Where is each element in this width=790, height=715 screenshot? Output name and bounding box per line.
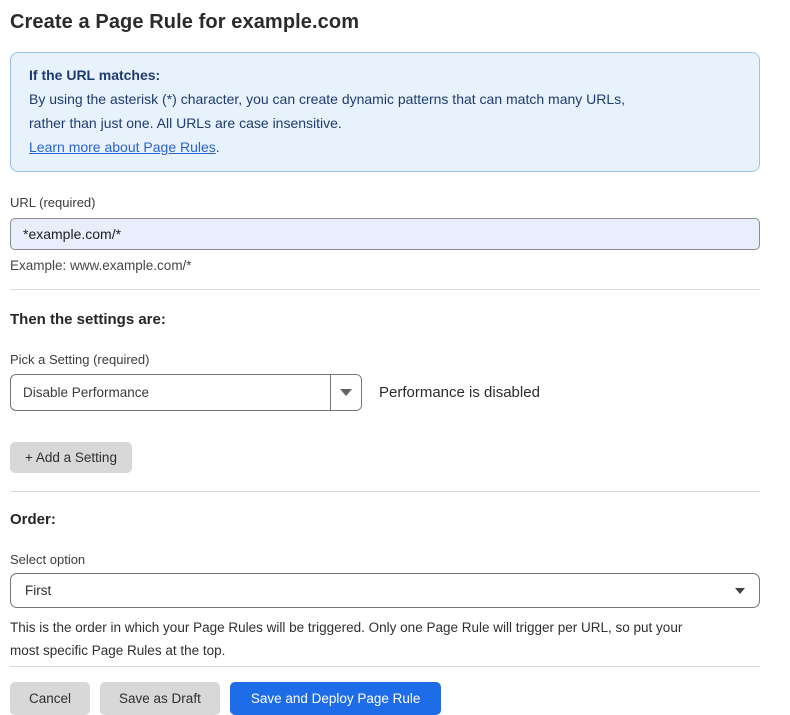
settings-section-heading: Then the settings are: bbox=[10, 311, 770, 329]
select-caret-icon bbox=[735, 588, 745, 594]
order-help-text: This is the order in which your Page Rul… bbox=[10, 616, 760, 662]
order-help-line: most specific Page Rules at the top. bbox=[10, 639, 760, 662]
url-example-text: Example: www.example.com/* bbox=[10, 257, 770, 274]
info-box-heading: If the URL matches: bbox=[29, 63, 741, 87]
pick-setting-label: Pick a Setting (required) bbox=[10, 352, 770, 368]
divider bbox=[10, 666, 760, 667]
url-input[interactable] bbox=[10, 218, 760, 250]
order-select-label: Select option bbox=[10, 552, 770, 568]
add-setting-button[interactable]: + Add a Setting bbox=[10, 442, 132, 473]
setting-select-arrow-button[interactable] bbox=[330, 375, 361, 410]
order-section-heading: Order: bbox=[10, 511, 770, 529]
url-match-info-box: If the URL matches: By using the asteris… bbox=[10, 52, 760, 172]
setting-select-value: Disable Performance bbox=[11, 375, 330, 410]
info-box-link-line: Learn more about Page Rules. bbox=[29, 135, 741, 159]
order-select-value: First bbox=[25, 583, 51, 598]
info-box-body-line: By using the asterisk (*) character, you… bbox=[29, 87, 741, 111]
setting-status-text: Performance is disabled bbox=[379, 384, 540, 401]
setting-row: Disable Performance Performance is disab… bbox=[10, 374, 770, 411]
page-title: Create a Page Rule for example.com bbox=[10, 10, 770, 35]
page-rule-form: Create a Page Rule for example.com If th… bbox=[0, 0, 770, 715]
order-help-line: This is the order in which your Page Rul… bbox=[10, 616, 760, 639]
save-and-deploy-button[interactable]: Save and Deploy Page Rule bbox=[230, 682, 442, 715]
dropdown-arrow-icon bbox=[340, 389, 352, 396]
divider bbox=[10, 289, 760, 290]
info-box-body-line: rather than just one. All URLs are case … bbox=[29, 111, 741, 135]
order-select[interactable]: First bbox=[10, 573, 760, 608]
setting-select[interactable]: Disable Performance bbox=[10, 374, 362, 411]
save-as-draft-button[interactable]: Save as Draft bbox=[100, 682, 220, 715]
link-suffix: . bbox=[216, 139, 220, 155]
url-label: URL (required) bbox=[10, 195, 770, 211]
learn-more-link[interactable]: Learn more about Page Rules bbox=[29, 139, 216, 155]
footer-actions: Cancel Save as Draft Save and Deploy Pag… bbox=[10, 682, 770, 715]
cancel-button[interactable]: Cancel bbox=[10, 682, 90, 715]
divider bbox=[10, 491, 760, 492]
